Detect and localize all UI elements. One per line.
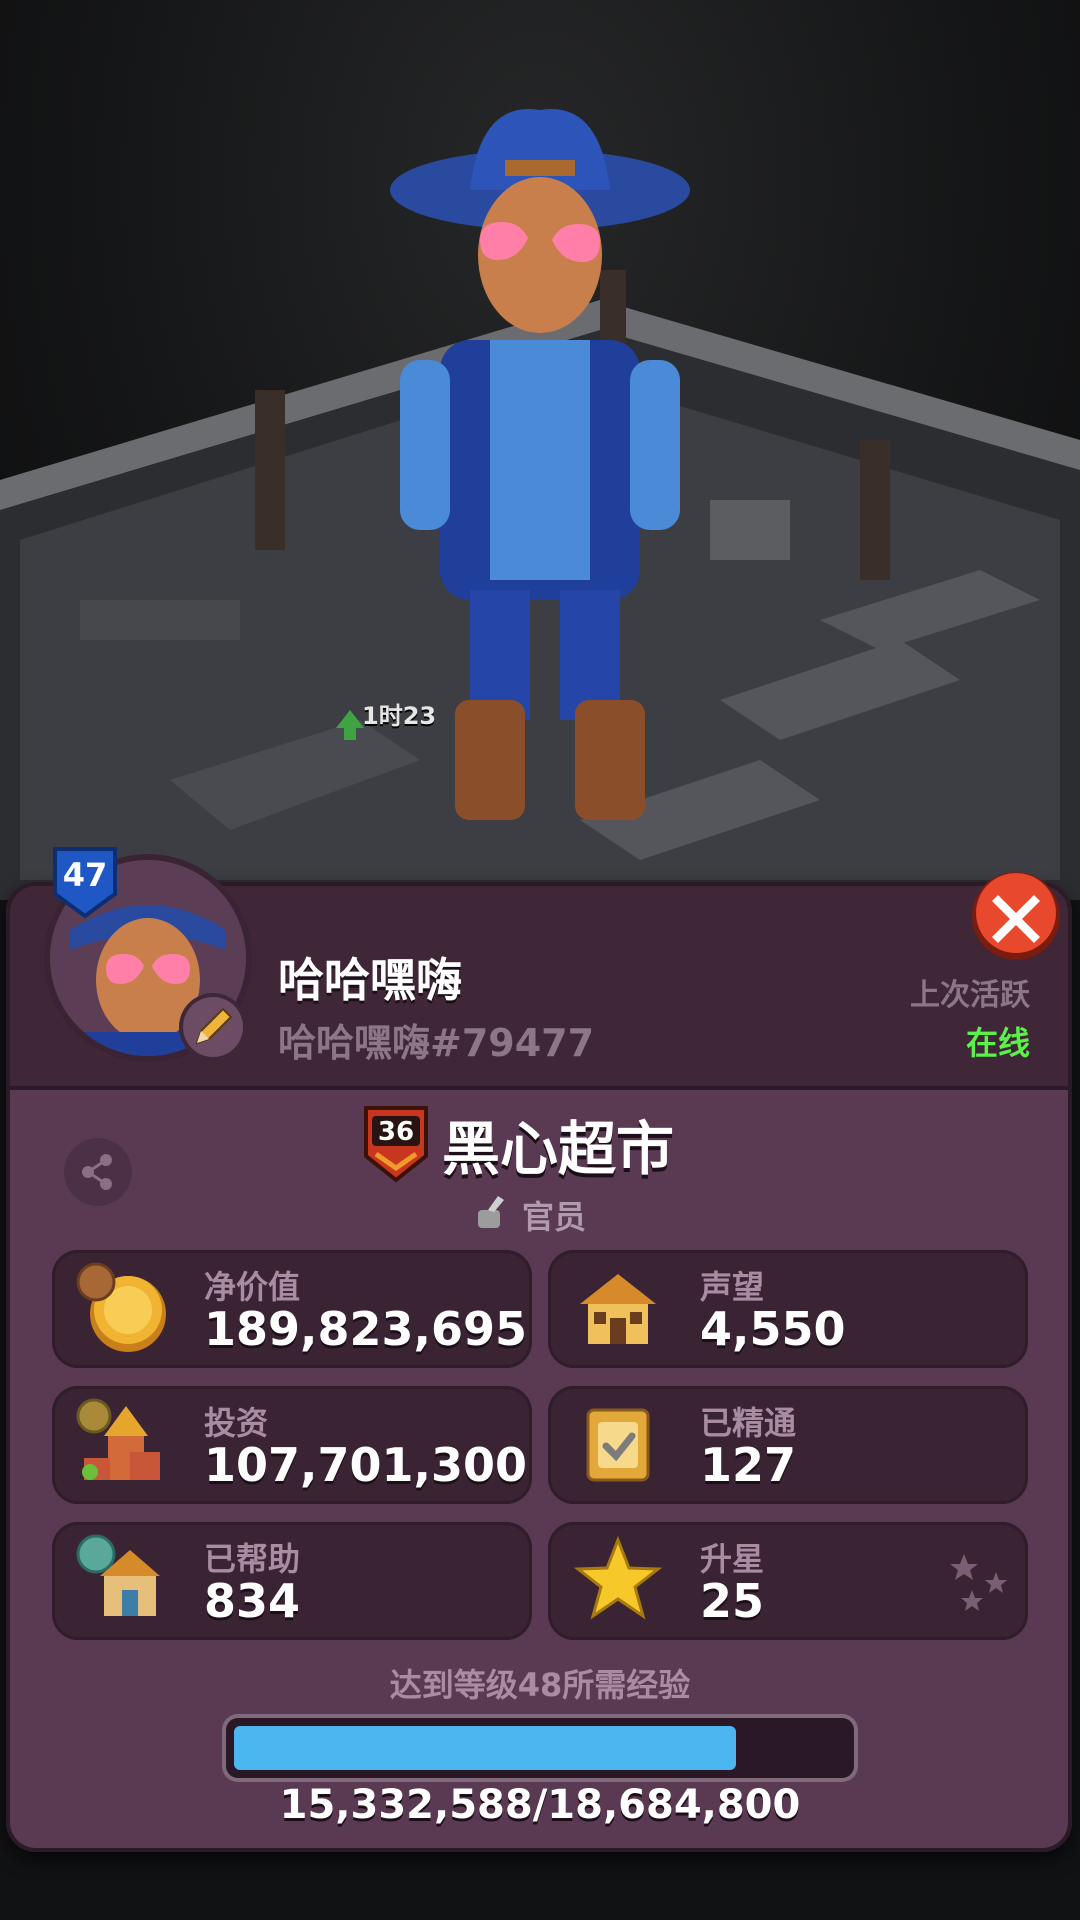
share-icon bbox=[82, 1154, 112, 1190]
game-scene: 1时23 bbox=[0, 0, 1080, 900]
experience-label: 达到等级48所需经验 bbox=[389, 1666, 691, 1704]
help-shop-icon bbox=[76, 1534, 160, 1616]
guild-name[interactable]: 黑心超市 bbox=[442, 1102, 674, 1186]
officer-role-icon bbox=[478, 1196, 504, 1228]
gold-coin-icon bbox=[76, 1262, 166, 1352]
experience-progress-fill bbox=[234, 1726, 736, 1770]
level-shield-icon: 47 bbox=[53, 847, 117, 918]
edit-avatar-button[interactable] bbox=[183, 997, 243, 1057]
close-icon bbox=[972, 872, 1060, 960]
upgrade-timer-text: 1时23 bbox=[362, 702, 437, 730]
shop-building-icon bbox=[580, 1274, 656, 1344]
stat-investment: 投资 107,701,300 bbox=[52, 1386, 532, 1504]
investment-buildings-icon bbox=[76, 1398, 160, 1480]
stat-helped: 已帮助 834 bbox=[52, 1522, 532, 1640]
stat-value: 25 bbox=[700, 1574, 765, 1628]
stat-value: 107,701,300 bbox=[204, 1438, 528, 1492]
guild-level: 36 bbox=[378, 1117, 414, 1147]
stat-net-worth: 净价值 189,823,695 bbox=[52, 1250, 532, 1368]
share-button[interactable] bbox=[64, 1138, 132, 1206]
guild-role: 官员 bbox=[522, 1198, 587, 1236]
experience-values: 15,332,588/18,684,800 bbox=[279, 1782, 801, 1828]
stars-decoration-icon bbox=[950, 1554, 1007, 1611]
player-level: 47 bbox=[63, 856, 108, 894]
stat-mastered: 已精通 127 bbox=[548, 1386, 1028, 1504]
player-tag: 哈哈嘿嗨#79477 bbox=[278, 1021, 595, 1065]
player-name: 哈哈嘿嗨 bbox=[278, 953, 462, 1007]
mastery-scroll-icon bbox=[586, 1408, 650, 1482]
shop-floor-illustration bbox=[0, 109, 1080, 900]
close-button[interactable] bbox=[968, 868, 1064, 964]
stat-value: 189,823,695 bbox=[204, 1302, 528, 1356]
experience-progress-bar bbox=[226, 1718, 854, 1778]
pencil-icon bbox=[195, 1007, 233, 1045]
stat-star-ups[interactable]: 升星 25 bbox=[548, 1522, 1028, 1640]
stat-value: 834 bbox=[204, 1574, 301, 1628]
online-status: 在线 bbox=[965, 1024, 1030, 1062]
guild-level-shield-icon: 36 bbox=[364, 1106, 428, 1183]
stat-reputation: 声望 4,550 bbox=[548, 1250, 1028, 1368]
stat-value: 4,550 bbox=[700, 1302, 846, 1356]
stat-value: 127 bbox=[700, 1438, 797, 1492]
last-active-label: 上次活跃 bbox=[910, 978, 1030, 1013]
star-icon bbox=[573, 1535, 663, 1620]
